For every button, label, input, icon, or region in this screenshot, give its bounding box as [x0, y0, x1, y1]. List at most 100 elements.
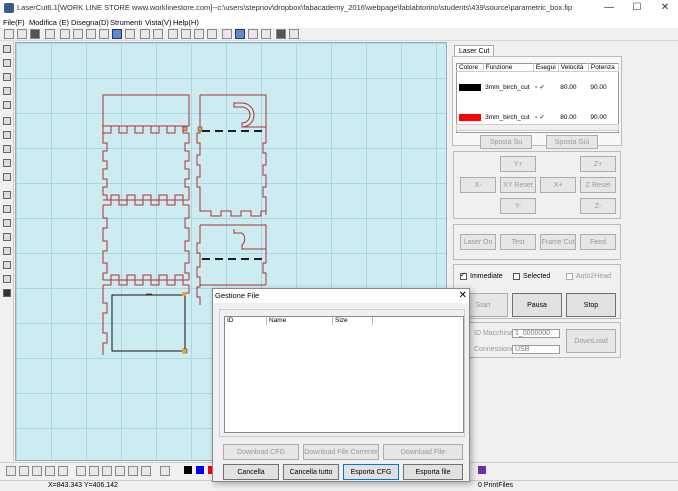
menu-disegna[interactable]: Disegna(D) [71, 17, 109, 28]
group-icon[interactable] [141, 466, 151, 476]
laser-settings-icon[interactable] [222, 29, 232, 39]
align-icon[interactable] [181, 29, 191, 39]
mirror-icon[interactable] [194, 29, 204, 39]
stop-button[interactable]: Stop [566, 293, 616, 317]
align-top-right-icon[interactable] [58, 466, 68, 476]
palette-color[interactable] [196, 466, 204, 474]
y-minus-button[interactable]: Y- [500, 198, 536, 214]
undo-icon[interactable] [140, 29, 150, 39]
zoom-area-icon[interactable] [60, 29, 70, 39]
rotate-tool-icon[interactable] [3, 117, 11, 125]
x-minus-button[interactable]: X- [460, 177, 496, 193]
weld-tool-icon[interactable] [3, 159, 11, 167]
same-width-icon[interactable] [102, 466, 112, 476]
close-window-button[interactable]: ✕ [650, 0, 678, 17]
sort-tool-icon[interactable] [3, 261, 11, 269]
open-icon[interactable] [17, 29, 27, 39]
tab-laser-cut[interactable]: Laser Cut [454, 45, 495, 56]
align-bottom-left-icon[interactable] [19, 466, 29, 476]
select-icon[interactable] [125, 29, 135, 39]
selected-checkbox[interactable] [513, 273, 520, 280]
array-tool-icon[interactable] [3, 131, 11, 139]
frame-cut-button[interactable]: Frame Cut [540, 234, 576, 250]
feed-button[interactable]: Feed [580, 234, 616, 250]
fill-tool-icon[interactable] [3, 191, 11, 199]
minimize-button[interactable]: — [594, 0, 624, 17]
grid-array-tool-icon[interactable] [3, 275, 11, 283]
node-edit-icon[interactable] [168, 29, 178, 39]
laser-on-button[interactable]: Laser On [460, 234, 496, 250]
sposta-giu-button[interactable]: Sposta Giù [546, 135, 598, 149]
layer-execute-checkbox[interactable]: ▫ ✓ [533, 72, 558, 103]
col-name[interactable]: Name [267, 317, 333, 325]
maximize-button[interactable]: ☐ [622, 0, 652, 17]
line-tool-icon[interactable] [3, 45, 11, 53]
auto2head-checkbox[interactable] [566, 273, 573, 280]
palette-color[interactable] [478, 466, 486, 474]
connessione-select[interactable]: USB [512, 345, 560, 354]
z-reset-button[interactable]: Z Reset [580, 177, 616, 193]
curve-tool-icon[interactable] [3, 73, 11, 81]
palette-arrow-icon[interactable] [160, 466, 170, 476]
palette-color[interactable] [184, 466, 192, 474]
y-plus-button[interactable]: Y+ [500, 156, 536, 172]
offset-tool-icon[interactable] [3, 145, 11, 153]
smooth-tool-icon[interactable] [3, 219, 11, 227]
menu-file[interactable]: File(F) [3, 17, 25, 28]
ellipse-tool-icon[interactable] [3, 87, 11, 95]
cancella-button[interactable]: Cancella [223, 464, 279, 480]
layers-scrollbar[interactable] [456, 124, 619, 131]
download-file-corrente-button[interactable]: Download File Corrente [303, 444, 379, 460]
camera-icon[interactable] [276, 29, 286, 39]
align-left-icon[interactable] [6, 466, 16, 476]
text-tool-icon[interactable] [3, 101, 11, 109]
xy-reset-button[interactable]: XY Reset [500, 177, 536, 193]
grid-icon[interactable] [112, 29, 122, 39]
machine-icon[interactable] [235, 29, 245, 39]
immediate-checkbox[interactable] [460, 271, 467, 280]
align-top-icon[interactable] [32, 466, 42, 476]
id-macchina-select[interactable]: 1_0000000 [512, 329, 560, 338]
wand-icon[interactable] [207, 29, 217, 39]
hatch-tool-icon[interactable] [3, 205, 11, 213]
col-id[interactable]: ID [225, 317, 267, 325]
new-icon[interactable] [4, 29, 14, 39]
z-minus-button[interactable]: Z- [580, 198, 616, 214]
layer-row[interactable]: 3mm_birch_cut ▫ ✓ 80.00 90.00 [457, 72, 619, 103]
pausa-button[interactable]: Pausa [512, 293, 562, 317]
x-plus-button[interactable]: X+ [540, 177, 576, 193]
download-cfg-button[interactable]: Download CFG [223, 444, 299, 460]
connect-tool-icon[interactable] [3, 233, 11, 241]
bitmap-tool-icon[interactable] [3, 289, 11, 297]
menu-vista[interactable]: Vista(V) [145, 17, 172, 28]
layers-table[interactable]: Colore Funzione Esegui Velocità Potenza … [456, 63, 620, 133]
cancella-tutto-button[interactable]: Cancella tutto [283, 464, 339, 480]
same-height-icon[interactable] [115, 466, 125, 476]
simulate-icon[interactable] [248, 29, 258, 39]
menu-modifica[interactable]: Modifica (E) [29, 17, 69, 28]
distribute-icon[interactable] [76, 466, 86, 476]
rectangle-tool-icon[interactable] [3, 59, 11, 67]
print-icon[interactable] [289, 29, 299, 39]
dialog-close-button[interactable]: ✕ [459, 289, 467, 303]
same-size-icon[interactable] [128, 466, 138, 476]
save-icon[interactable] [30, 29, 40, 39]
align-right-icon[interactable] [45, 466, 55, 476]
menu-help[interactable]: Help(H) [173, 17, 199, 28]
esporta-file-button[interactable]: Esporta file [403, 464, 463, 480]
file-manager-icon[interactable] [261, 29, 271, 39]
zoom-in-icon[interactable] [73, 29, 83, 39]
split-tool-icon[interactable] [3, 247, 11, 255]
col-size[interactable]: Size [333, 317, 373, 325]
download-file-button[interactable]: Download File [383, 444, 463, 460]
pan-icon[interactable] [86, 29, 96, 39]
esporta-cfg-button[interactable]: Esporta CFG [343, 464, 399, 480]
redo-icon[interactable] [153, 29, 163, 39]
center-icon[interactable] [89, 466, 99, 476]
zoom-out-icon[interactable] [99, 29, 109, 39]
sposta-su-button[interactable]: Sposta Su [480, 135, 532, 149]
import-icon[interactable] [45, 29, 55, 39]
download-button[interactable]: DownLoad [566, 329, 616, 353]
z-plus-button[interactable]: Z+ [580, 156, 616, 172]
cut-tool-icon[interactable] [3, 173, 11, 181]
